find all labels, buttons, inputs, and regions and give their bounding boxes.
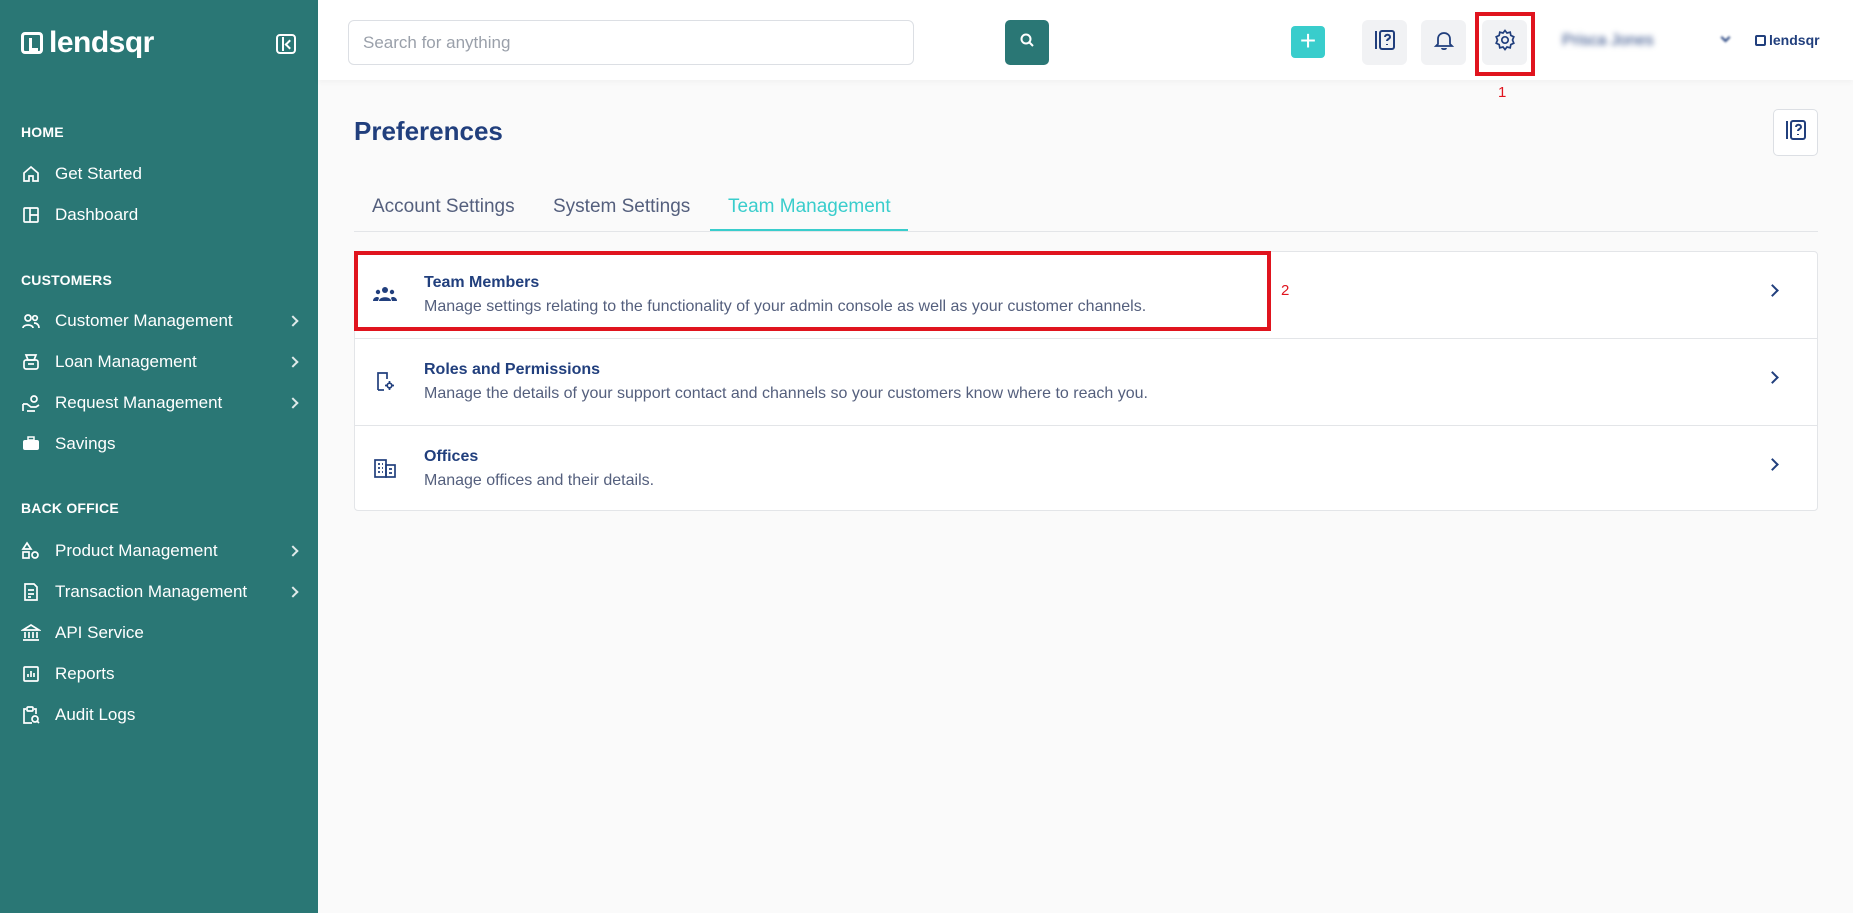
chevron-right-icon (1766, 284, 1779, 297)
sidebar-item-transaction-management[interactable]: Transaction Management (21, 577, 299, 607)
page-help-button[interactable] (1773, 109, 1818, 156)
chevron-right-icon (287, 586, 299, 598)
sidebar-item-dashboard[interactable]: Dashboard (21, 200, 297, 230)
reports-icon (21, 664, 41, 684)
search-icon (1019, 32, 1035, 53)
settings-tabs: Account Settings System Settings Team Ma… (354, 190, 1818, 232)
chevron-right-icon (287, 315, 299, 327)
roles-icon (372, 368, 398, 394)
section-title-back-office: BACK OFFICE (21, 500, 119, 516)
sidebar-item-get-started[interactable]: Get Started (21, 159, 297, 189)
sidebar-item-label: Request Management (55, 393, 223, 412)
sidebar-item-label: Reports (55, 664, 115, 683)
sidebar-item-loan-management[interactable]: Loan Management (21, 347, 299, 377)
list-item-title: Roles and Permissions (424, 361, 601, 378)
transaction-icon (21, 582, 41, 602)
app-logo[interactable]: lendsqr (21, 26, 154, 60)
chevron-right-icon (287, 397, 299, 409)
offices-icon (372, 455, 398, 481)
help-book-icon (1784, 118, 1808, 147)
chevron-down-icon[interactable] (1720, 32, 1731, 43)
sidebar-item-label: Get Started (55, 164, 142, 183)
sidebar-item-audit-logs[interactable]: Audit Logs (21, 700, 297, 730)
sidebar-item-label: API Service (55, 623, 144, 642)
page-title: Preferences (354, 116, 503, 146)
logo-mark-icon (21, 32, 43, 54)
collapse-sidebar-icon[interactable] (276, 34, 296, 54)
list-item-title: Offices (424, 448, 479, 465)
logo-text: lendsqr (49, 26, 154, 59)
sidebar-item-label: Savings (55, 434, 116, 453)
organization-logo-text: lendsqr (1769, 32, 1820, 48)
audit-icon (21, 705, 41, 725)
tab-account-settings[interactable]: Account Settings (372, 196, 515, 218)
add-button[interactable]: + (1291, 26, 1325, 58)
chevron-right-icon (287, 356, 299, 368)
home-icon (21, 164, 41, 184)
list-item-description: Manage the details of your support conta… (424, 385, 1148, 402)
bell-icon (1433, 29, 1455, 56)
request-icon (21, 393, 41, 413)
help-button[interactable] (1362, 20, 1407, 65)
annotation-label-2: 2 (1281, 282, 1290, 299)
notifications-button[interactable] (1421, 20, 1466, 65)
tab-team-management[interactable]: Team Management (728, 196, 891, 218)
organization-logo: lendsqr (1755, 32, 1820, 48)
sidebar-item-label: Dashboard (55, 205, 139, 224)
annotation-box-2 (354, 251, 1271, 331)
section-title-home: HOME (21, 124, 64, 140)
sidebar-item-reports[interactable]: Reports (21, 659, 297, 689)
logo-mark-icon (1755, 34, 1766, 46)
sidebar-item-product-management[interactable]: Product Management (21, 536, 299, 566)
search-button[interactable] (1005, 20, 1049, 65)
list-item-roles-and-permissions[interactable]: Roles and Permissions Manage the details… (355, 338, 1817, 424)
list-item-offices[interactable]: Offices Manage offices and their details… (355, 425, 1817, 511)
sidebar-item-label: Loan Management (55, 352, 197, 371)
active-tab-indicator (710, 229, 908, 231)
list-item-description: Manage offices and their details. (424, 472, 655, 489)
users-icon (21, 311, 41, 331)
product-icon (21, 541, 41, 561)
sidebar-item-label: Audit Logs (55, 705, 136, 724)
sidebar-item-label: Transaction Management (55, 582, 248, 601)
section-title-customers: CUSTOMERS (21, 272, 112, 288)
sidebar-item-api-service[interactable]: API Service (21, 618, 297, 648)
bank-icon (21, 623, 41, 643)
chevron-right-icon (287, 545, 299, 557)
chevron-right-icon (1766, 371, 1779, 384)
loan-icon (21, 352, 41, 372)
sidebar: lendsqr HOME Get Started Dashboard CUSTO… (0, 0, 318, 913)
user-name[interactable]: Prisca Jones (1562, 32, 1654, 50)
annotation-box-1 (1475, 12, 1535, 76)
chevron-right-icon (1766, 458, 1779, 471)
sidebar-item-customer-management[interactable]: Customer Management (21, 306, 299, 336)
search-input[interactable] (348, 20, 914, 65)
help-book-icon (1373, 28, 1397, 57)
sidebar-item-request-management[interactable]: Request Management (21, 388, 299, 418)
tab-system-settings[interactable]: System Settings (553, 196, 690, 218)
dashboard-icon (21, 205, 41, 225)
annotation-label-1: 1 (1498, 84, 1507, 101)
sidebar-item-savings[interactable]: Savings (21, 429, 297, 459)
sidebar-item-label: Customer Management (55, 311, 233, 330)
savings-icon (21, 434, 41, 454)
sidebar-item-label: Product Management (55, 541, 218, 560)
topbar: + 1 Prisca Jones lendsqr (318, 0, 1853, 101)
